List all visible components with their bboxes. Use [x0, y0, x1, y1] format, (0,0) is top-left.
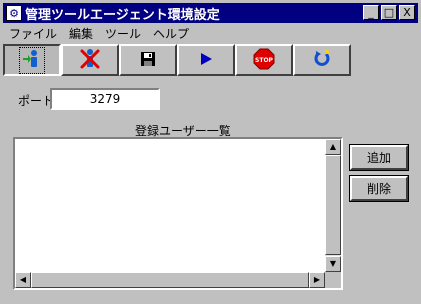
user-list-area[interactable] — [15, 139, 325, 272]
refresh-tool-button[interactable] — [293, 44, 351, 76]
save-icon — [140, 51, 156, 70]
add-user-icon — [19, 46, 45, 74]
vertical-scrollbar[interactable]: ▲ ▼ — [325, 139, 341, 272]
start-tool-button[interactable] — [177, 44, 235, 76]
delete-user-tool-button[interactable] — [61, 44, 119, 76]
svg-text:STOP: STOP — [255, 57, 274, 64]
window-controls: _ □ X — [363, 5, 415, 20]
horizontal-scrollbar[interactable]: ◀ ▶ — [15, 272, 325, 288]
close-button[interactable]: X — [399, 5, 415, 20]
scroll-up-button[interactable]: ▲ — [325, 139, 341, 155]
delete-button[interactable]: 削除 — [349, 175, 409, 202]
menu-tools[interactable]: ツール — [99, 25, 147, 42]
refresh-icon — [312, 49, 332, 72]
title-bar: ⚙ 管理ツールエージェント環境設定 _ □ X — [3, 3, 418, 23]
stop-tool-button[interactable]: STOP — [235, 44, 293, 76]
scroll-right-button[interactable]: ▶ — [309, 272, 325, 288]
port-input[interactable] — [50, 88, 160, 110]
add-button[interactable]: 追加 — [349, 144, 409, 171]
menu-edit[interactable]: 編集 — [63, 25, 99, 42]
vertical-scroll-thumb[interactable] — [325, 155, 341, 255]
user-list[interactable]: ▲ ▼ ◀ ▶ — [13, 137, 343, 290]
horizontal-scroll-thumb[interactable] — [31, 272, 309, 288]
window-title: 管理ツールエージェント環境設定 — [25, 7, 220, 23]
delete-user-icon — [79, 48, 101, 73]
maximize-button[interactable]: □ — [381, 5, 397, 20]
save-tool-button[interactable] — [119, 44, 177, 76]
toolbar: STOP — [3, 44, 351, 76]
play-icon — [198, 51, 214, 70]
main-window: ⚙ 管理ツールエージェント環境設定 _ □ X ファイル 編集 ツール ヘルプ — [0, 0, 421, 304]
scroll-down-button[interactable]: ▼ — [325, 256, 341, 272]
menu-bar: ファイル 編集 ツール ヘルプ — [3, 24, 195, 42]
minimize-button[interactable]: _ — [363, 5, 379, 20]
menu-file[interactable]: ファイル — [3, 25, 63, 42]
app-icon: ⚙ — [6, 5, 22, 21]
add-user-tool-button[interactable] — [3, 44, 61, 76]
stop-sign-icon: STOP — [253, 48, 275, 73]
scrollbar-corner — [325, 272, 341, 288]
menu-help[interactable]: ヘルプ — [147, 25, 195, 42]
scroll-left-button[interactable]: ◀ — [15, 272, 31, 288]
